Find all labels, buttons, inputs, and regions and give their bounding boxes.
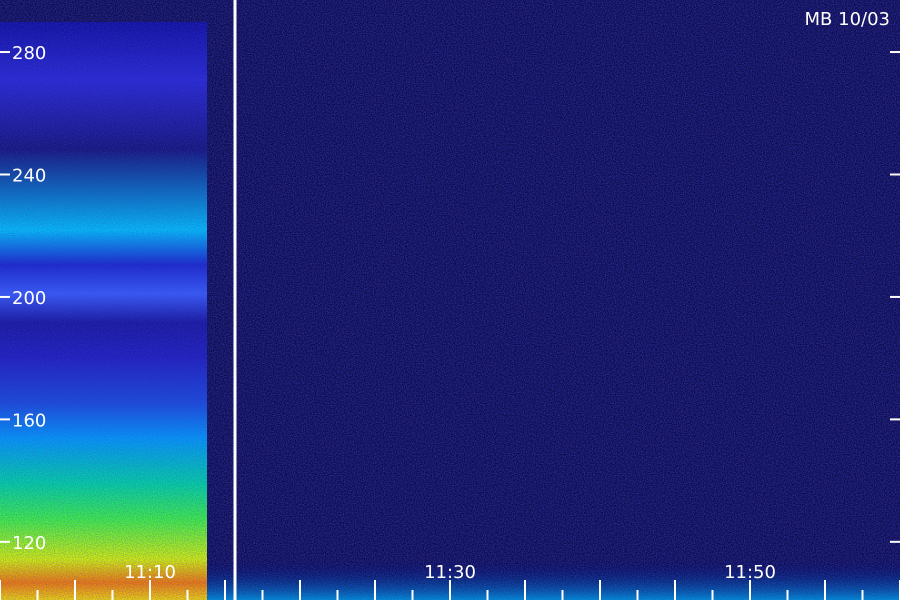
intensity-region-noise <box>0 22 207 600</box>
chart-title: MB 10/03 <box>805 9 890 30</box>
x-tick-label: 11:10 <box>124 562 176 583</box>
y-tick-label: 200 <box>12 288 46 309</box>
x-tick-label: 11:50 <box>724 562 776 583</box>
y-tick-label: 120 <box>12 533 46 554</box>
spectrogram-chart: 280 240 200 160 120 11:10 11:30 11:50 MB 10/03 <box>0 0 900 600</box>
y-tick-label: 280 <box>12 43 46 64</box>
y-tick-label: 240 <box>12 165 46 186</box>
bottom-glow <box>207 560 900 600</box>
x-tick-label: 11:30 <box>424 562 476 583</box>
y-tick-label: 160 <box>12 410 46 431</box>
